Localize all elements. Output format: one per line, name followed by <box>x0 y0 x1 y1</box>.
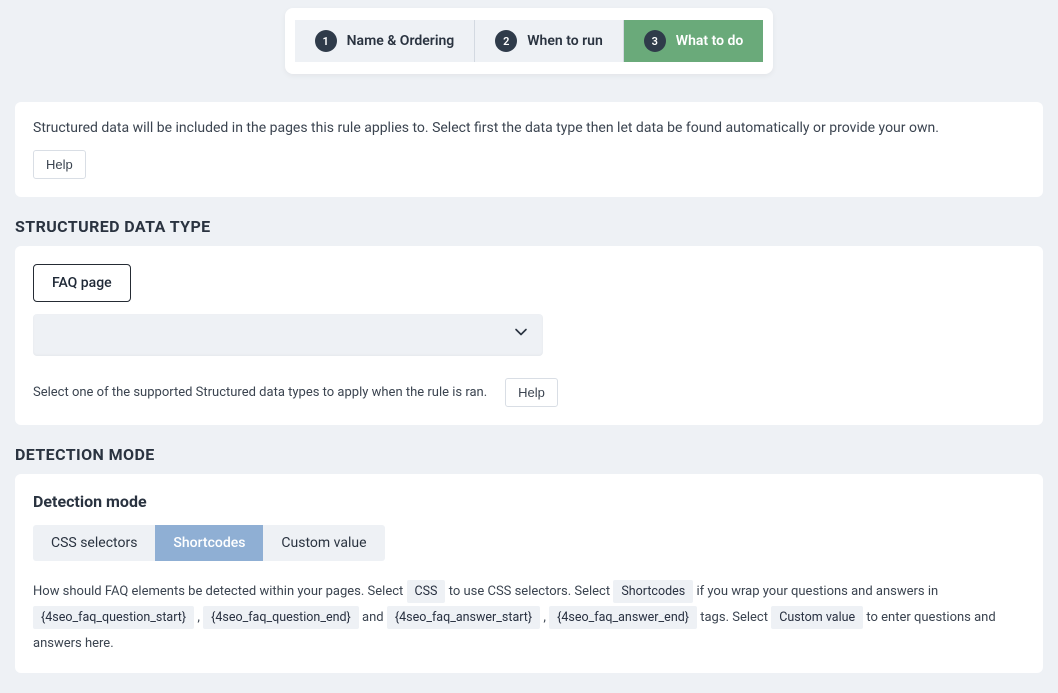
stepper: 1 Name & Ordering 2 When to run 3 What t… <box>0 0 1058 74</box>
intro-panel: Structured data will be included in the … <box>15 102 1043 197</box>
code-tag-question-start: {4seo_faq_question_start} <box>33 606 194 629</box>
structured-data-type-heading: STRUCTURED DATA TYPE <box>15 217 1043 236</box>
step-label: What to do <box>676 33 744 49</box>
tab-shortcodes[interactable]: Shortcodes <box>155 525 263 561</box>
structured-type-hint: Select one of the supported Structured d… <box>33 385 487 400</box>
explainer-text: if you wrap your questions and answers i… <box>696 584 938 599</box>
detection-mode-tabs: CSS selectors Shortcodes Custom value <box>33 525 385 561</box>
help-button[interactable]: Help <box>33 150 86 179</box>
code-tag-custom-value: Custom value <box>771 606 863 629</box>
tab-custom-value[interactable]: Custom value <box>263 525 384 561</box>
detection-mode-subheader: Detection mode <box>33 492 1025 511</box>
step-when-to-run[interactable]: 2 When to run <box>474 20 623 62</box>
explainer-text: , <box>197 610 200 625</box>
faq-page-button[interactable]: FAQ page <box>33 264 131 302</box>
stepper-card: 1 Name & Ordering 2 When to run 3 What t… <box>285 8 774 74</box>
code-tag-shortcodes: Shortcodes <box>613 580 693 603</box>
code-tag-answer-end: {4seo_faq_answer_end} <box>549 606 697 629</box>
detection-mode-panel: Detection mode CSS selectors Shortcodes … <box>15 474 1043 673</box>
chevron-down-icon <box>513 324 529 344</box>
step-number-1: 1 <box>315 30 337 52</box>
step-name-ordering[interactable]: 1 Name & Ordering <box>295 20 475 62</box>
detection-mode-heading: DETECTION MODE <box>15 445 1043 464</box>
structured-data-type-panel: FAQ page Select one of the supported Str… <box>15 246 1043 425</box>
detection-explainer: How should FAQ elements be detected with… <box>33 579 1025 657</box>
code-tag-question-end: {4seo_faq_question_end} <box>203 606 359 629</box>
step-number-2: 2 <box>495 30 517 52</box>
step-what-to-do[interactable]: 3 What to do <box>623 20 764 62</box>
explainer-text: How should FAQ elements be detected with… <box>33 584 403 599</box>
explainer-text: to use CSS selectors. Select <box>449 584 610 599</box>
intro-text: Structured data will be included in the … <box>33 120 1025 136</box>
help-button[interactable]: Help <box>505 378 558 407</box>
explainer-text: and <box>362 610 384 625</box>
hint-row: Select one of the supported Structured d… <box>33 378 1025 407</box>
explainer-text: , <box>543 610 546 625</box>
step-number-3: 3 <box>644 30 666 52</box>
code-tag-answer-start: {4seo_faq_answer_start} <box>387 606 540 629</box>
tab-css-selectors[interactable]: CSS selectors <box>33 525 155 561</box>
step-label: When to run <box>527 33 603 49</box>
step-label: Name & Ordering <box>347 33 455 49</box>
explainer-text: tags. Select <box>700 610 768 625</box>
data-type-select[interactable] <box>33 314 543 356</box>
code-tag-css: CSS <box>407 580 446 603</box>
